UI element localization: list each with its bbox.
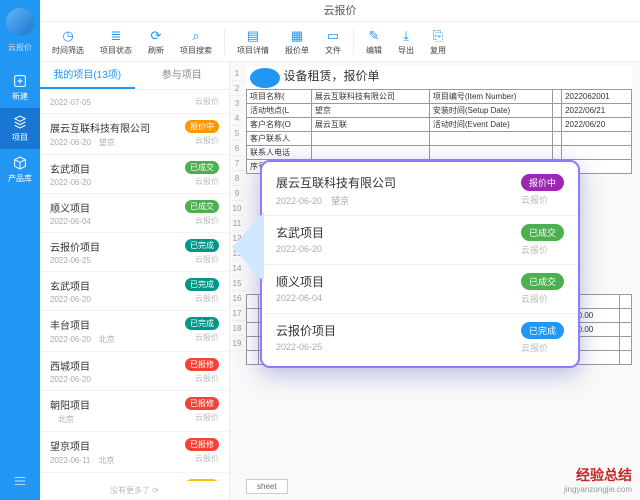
search-icon: ⌕ bbox=[188, 28, 204, 44]
status-badge: 已完成 bbox=[185, 239, 219, 252]
toolbar-quote[interactable]: ▦报价单 bbox=[285, 28, 309, 56]
project-item[interactable]: 西城项目2022-06-20已报修云报价 bbox=[40, 352, 229, 391]
doc-logo bbox=[250, 68, 280, 88]
toolbar-search[interactable]: ⌕项目搜索 bbox=[180, 28, 212, 56]
nav-rail: 云报价 新建 项目 产品库 bbox=[0, 0, 40, 500]
project-item[interactable]: 朝阳项目 北京已报修云报价 bbox=[40, 391, 229, 432]
popup-arrow bbox=[232, 212, 264, 282]
rail-new[interactable]: 新建 bbox=[0, 67, 40, 108]
watermark: 经验总结 jingyanzongjie.com bbox=[564, 465, 632, 494]
window-title: 云报价 bbox=[40, 0, 640, 22]
toolbar-export[interactable]: ⤓导出 bbox=[398, 28, 414, 56]
popup-project-item[interactable]: 玄武项目2022-06-20已成交云报价 bbox=[262, 216, 578, 265]
tab-my-projects[interactable]: 我的项目(13项) bbox=[40, 62, 135, 89]
status-badge: 报价中 bbox=[521, 174, 564, 191]
project-item[interactable]: 展云互联科技有限公司2022-06-20 望京报价中云报价 bbox=[40, 114, 229, 155]
tab-participated[interactable]: 参与项目 bbox=[135, 62, 230, 89]
refresh-icon: ⟳ bbox=[148, 28, 164, 44]
doc-title: 设备租赁，报价单 bbox=[280, 65, 384, 87]
project-item[interactable]: 玄武项目2022-06-20已成交云报价 bbox=[40, 155, 229, 194]
project-item[interactable]: 玄武项目2022-06-20已完成云报价 bbox=[40, 272, 229, 311]
export-icon: ⤓ bbox=[398, 28, 414, 44]
popup-project-item[interactable]: 云报价项目2022-06-25已完成云报价 bbox=[262, 314, 578, 362]
toolbar-reuse[interactable]: ⎘复用 bbox=[430, 28, 446, 56]
project-item[interactable]: 丰台项目2022-06-20 北京已完成云报价 bbox=[40, 311, 229, 352]
rail-project[interactable]: 项目 bbox=[0, 108, 40, 149]
status-badge: 已完成 bbox=[521, 322, 564, 339]
status-badge: 已成交 bbox=[521, 273, 564, 290]
sheet-tab[interactable]: sheet bbox=[246, 479, 288, 494]
popup-project-item[interactable]: 展云互联科技有限公司2022-06-20 望京报价中云报价 bbox=[262, 166, 578, 216]
status-badge: 已完成 bbox=[185, 278, 219, 291]
detail-icon: ▤ bbox=[245, 28, 261, 44]
status-badge: 已成交 bbox=[185, 200, 219, 213]
project-item[interactable]: 望京项目2022-06-11 北京已报修云报价 bbox=[40, 432, 229, 473]
app-logo bbox=[6, 8, 34, 36]
status-badge: 已成交 bbox=[185, 161, 219, 174]
file-icon: ▭ bbox=[325, 28, 341, 44]
quote-icon: ▦ bbox=[289, 28, 305, 44]
reuse-icon: ⎘ bbox=[430, 28, 446, 44]
toolbar-status[interactable]: ≣项目状态 bbox=[100, 28, 132, 56]
list-footer: 没有更多了 ⟳ bbox=[40, 481, 229, 500]
toolbar-time[interactable]: ◷时间筛选 bbox=[52, 28, 84, 56]
toolbar-edit[interactable]: ✎编辑 bbox=[366, 28, 382, 56]
project-item[interactable]: 东城项目已终止 bbox=[40, 473, 229, 481]
project-item[interactable]: 2022-07-05云报价 bbox=[40, 90, 229, 114]
status-badge: 已报修 bbox=[185, 397, 219, 410]
status-badge: 已成交 bbox=[521, 224, 564, 241]
status-badge: 已完成 bbox=[185, 317, 219, 330]
toolbar-file[interactable]: ▭文件 bbox=[325, 28, 341, 56]
status-badge: 已报修 bbox=[185, 438, 219, 451]
time-icon: ◷ bbox=[60, 28, 76, 44]
toolbar-refresh[interactable]: ⟳刷新 bbox=[148, 28, 164, 56]
status-icon: ≣ bbox=[108, 28, 124, 44]
app-brand: 云报价 bbox=[8, 42, 32, 53]
toolbar: ◷时间筛选 ≣项目状态 ⟳刷新 ⌕项目搜索 ▤项目详情 ▦报价单 ▭文件 ✎编辑 ⤓导出 ⎘复用 bbox=[40, 22, 640, 62]
edit-icon: ✎ bbox=[366, 28, 382, 44]
status-badge: 报价中 bbox=[185, 120, 219, 133]
status-badge: 已报修 bbox=[185, 358, 219, 371]
popup-project-item[interactable]: 顺义项目2022-06-04已成交云报价 bbox=[262, 265, 578, 314]
project-item[interactable]: 云报价项目2022-06-25已完成云报价 bbox=[40, 233, 229, 272]
toolbar-detail[interactable]: ▤项目详情 bbox=[237, 28, 269, 56]
project-list-panel: 我的项目(13项) 参与项目 2022-07-05云报价展云互联科技有限公司20… bbox=[40, 62, 230, 500]
rail-menu-icon[interactable] bbox=[12, 465, 28, 500]
rail-library[interactable]: 产品库 bbox=[0, 149, 40, 190]
project-popup: 展云互联科技有限公司2022-06-20 望京报价中云报价玄武项目2022-06… bbox=[260, 160, 580, 368]
project-item[interactable]: 顺义项目2022-06-04已成交云报价 bbox=[40, 194, 229, 233]
